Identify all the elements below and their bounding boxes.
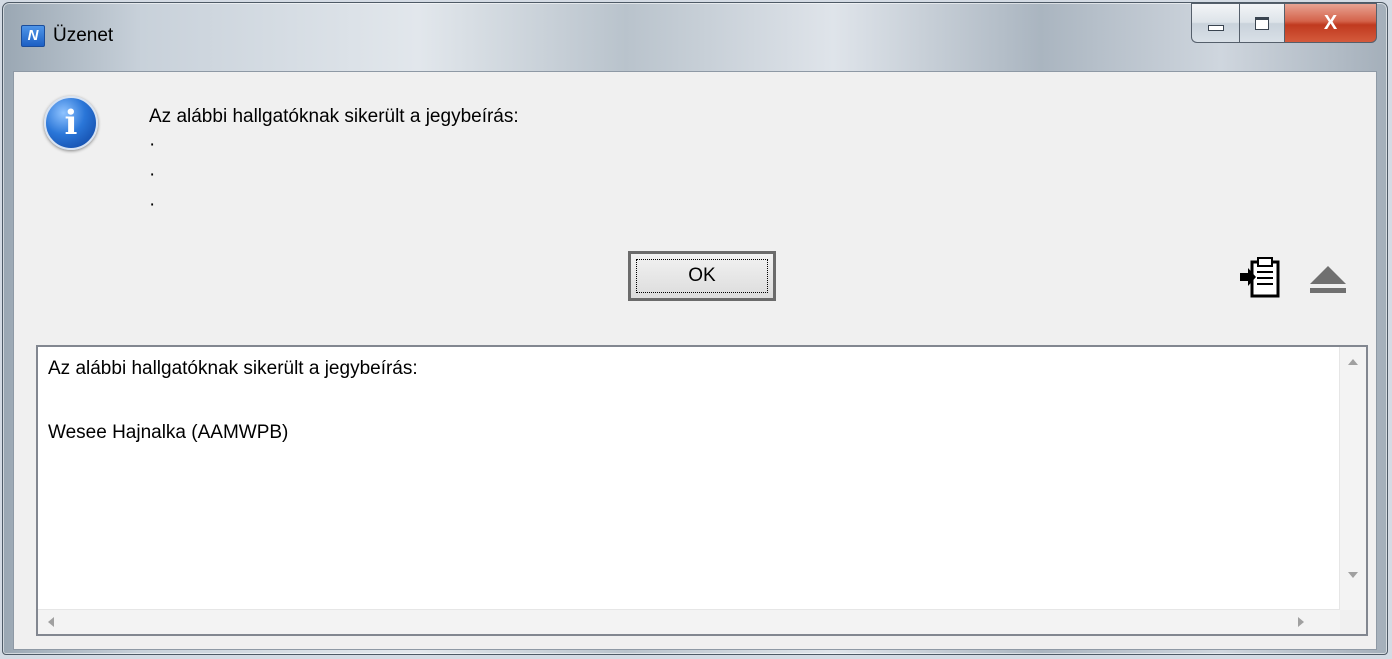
details-line bbox=[48, 385, 418, 417]
window-controls: X bbox=[1191, 3, 1377, 43]
scroll-up-arrow-icon[interactable] bbox=[1348, 359, 1358, 365]
copy-to-clipboard-icon[interactable] bbox=[1238, 256, 1282, 298]
title-bar[interactable]: N Üzenet X bbox=[3, 3, 1387, 71]
details-line: Wesee Hajnalka (AAMWPB) bbox=[48, 422, 289, 443]
horizontal-scrollbar[interactable] bbox=[38, 609, 1340, 634]
scrollbar-corner bbox=[1340, 610, 1366, 634]
focus-rectangle bbox=[636, 259, 768, 293]
close-button[interactable]: X bbox=[1285, 3, 1377, 43]
scroll-left-arrow-icon[interactable] bbox=[48, 617, 54, 627]
details-textbox[interactable]: Az alábbi hallgatóknak sikerült a jegybe… bbox=[36, 345, 1368, 636]
vertical-scrollbar[interactable] bbox=[1339, 347, 1366, 610]
continuation-dot: · bbox=[149, 164, 156, 185]
maximize-icon bbox=[1255, 16, 1269, 30]
message-dialog-window: N Üzenet X i Az alábbi hallgatóknak sike… bbox=[2, 2, 1388, 655]
continuation-dot: · bbox=[149, 134, 156, 155]
message-text: Az alábbi hallgatóknak sikerült a jegybe… bbox=[149, 106, 519, 127]
scroll-down-arrow-icon[interactable] bbox=[1348, 572, 1358, 578]
app-logo-icon: N bbox=[21, 25, 45, 47]
close-icon: X bbox=[1323, 11, 1338, 34]
continuation-dot: · bbox=[149, 194, 156, 215]
details-line: Az alábbi hallgatóknak sikerült a jegybe… bbox=[48, 358, 418, 379]
minimize-icon bbox=[1207, 25, 1224, 31]
maximize-button[interactable] bbox=[1239, 3, 1285, 43]
window-title: Üzenet bbox=[53, 25, 114, 46]
info-icon: i bbox=[44, 96, 98, 150]
dialog-body: i Az alábbi hallgatóknak sikerült a jegy… bbox=[13, 71, 1377, 650]
details-text: Az alábbi hallgatóknak sikerült a jegybe… bbox=[48, 353, 418, 449]
minimize-button[interactable] bbox=[1191, 3, 1239, 43]
scroll-right-arrow-icon[interactable] bbox=[1298, 617, 1304, 627]
message-continuation: · · · bbox=[149, 130, 155, 220]
collapse-details-icon[interactable] bbox=[1308, 264, 1348, 294]
ok-button[interactable]: OK bbox=[628, 251, 776, 301]
